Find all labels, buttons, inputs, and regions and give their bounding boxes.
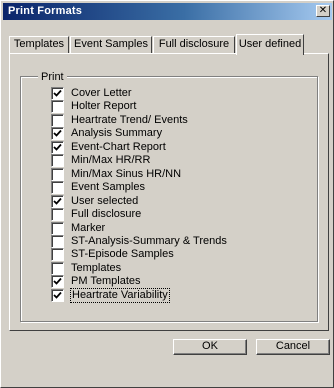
checkbox[interactable]	[51, 208, 64, 222]
ok-button[interactable]: OK	[173, 339, 247, 355]
checkmark-icon	[53, 291, 62, 299]
checkbox[interactable]	[51, 275, 64, 289]
option-label: Holter Report	[71, 100, 137, 113]
option-label: PM Templates	[71, 275, 141, 288]
tab-full-disclosure[interactable]: Full disclosure	[153, 36, 235, 53]
checkbox[interactable]	[51, 87, 64, 100]
option-label: User selected	[71, 194, 139, 207]
option-label: Analysis Summary	[71, 127, 163, 140]
checkbox[interactable]	[51, 113, 64, 127]
print-option[interactable]: Cover Letter	[51, 87, 132, 100]
print-option[interactable]: Marker	[51, 221, 106, 235]
window-title: Print Formats	[8, 5, 83, 17]
print-option[interactable]: Full disclosure	[51, 208, 142, 222]
option-label: Event Samples	[71, 181, 145, 194]
print-option[interactable]: PM Templates	[51, 275, 141, 289]
checkmark-icon	[53, 143, 62, 151]
print-option[interactable]: Event Samples	[51, 181, 145, 195]
checkbox[interactable]	[51, 167, 64, 181]
print-option[interactable]: Event-Chart Report	[51, 140, 166, 154]
checkmark-icon	[53, 130, 62, 138]
checkbox[interactable]	[51, 140, 64, 154]
print-option[interactable]: User selected	[51, 194, 139, 208]
option-label: ST-Analysis-Summary & Trends	[71, 234, 227, 247]
option-label: Templates	[71, 261, 122, 274]
checkbox[interactable]	[51, 288, 64, 302]
checkmark-icon	[53, 197, 62, 205]
option-label: Min/Max HR/RR	[71, 154, 151, 167]
close-button[interactable]: ✕	[316, 5, 330, 17]
tab-label: Full disclosure	[158, 38, 230, 50]
checkbox[interactable]	[51, 261, 64, 275]
print-option[interactable]: Min/Max HR/RR	[51, 154, 151, 168]
option-label: Min/Max Sinus HR/NN	[71, 167, 182, 180]
checkbox[interactable]	[51, 127, 64, 141]
tab-templates[interactable]: Templates	[9, 36, 69, 53]
option-label: ST-Episode Samples	[71, 248, 174, 261]
checkbox[interactable]	[51, 221, 64, 235]
checkbox[interactable]	[51, 181, 64, 195]
print-option[interactable]: Heartrate Variability	[51, 287, 170, 303]
checkbox[interactable]	[51, 100, 64, 114]
print-option[interactable]: ST-Analysis-Summary & Trends	[51, 234, 227, 248]
title-bar[interactable]: Print Formats ✕	[3, 3, 332, 20]
option-label: Marker	[71, 221, 106, 234]
tab-label: Templates	[13, 38, 65, 50]
option-label: Full disclosure	[71, 208, 142, 221]
checkbox[interactable]	[51, 154, 64, 168]
tab-label: Event Samples	[74, 38, 148, 50]
checkbox[interactable]	[51, 234, 64, 248]
tab-user-defined[interactable]: User defined	[236, 34, 304, 55]
checkmark-icon	[53, 89, 62, 97]
option-label: Event-Chart Report	[71, 140, 166, 153]
option-label: Cover Letter	[71, 87, 132, 99]
option-label: Heartrate Trend/ Events	[71, 113, 188, 126]
cancel-button[interactable]: Cancel	[256, 339, 330, 355]
print-option[interactable]: Templates	[51, 261, 122, 275]
print-option[interactable]: Holter Report	[51, 100, 137, 114]
print-option[interactable]: ST-Episode Samples	[51, 248, 174, 262]
print-formats-dialog: Print Formats ✕ Templates Event Samples …	[0, 0, 334, 388]
print-group-label: Print	[38, 71, 67, 83]
checkbox[interactable]	[51, 194, 64, 208]
checkbox[interactable]	[51, 248, 64, 262]
checkmark-icon	[53, 278, 62, 286]
print-option[interactable]: Heartrate Trend/ Events	[51, 113, 188, 127]
tab-label: User defined	[238, 38, 302, 50]
tab-event-samples[interactable]: Event Samples	[70, 36, 152, 53]
close-icon: ✕	[318, 5, 328, 16]
print-option[interactable]: Analysis Summary	[51, 127, 163, 141]
print-option[interactable]: Min/Max Sinus HR/NN	[51, 167, 182, 181]
option-label: Heartrate Variability	[70, 287, 170, 303]
